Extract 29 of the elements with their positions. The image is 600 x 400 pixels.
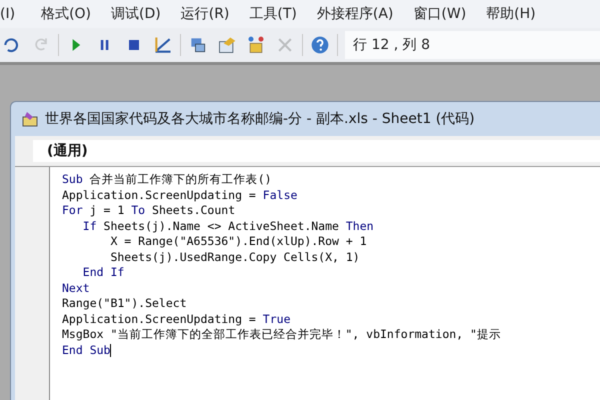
help-icon xyxy=(310,35,330,55)
menu-item[interactable]: 窗口(W) xyxy=(403,5,476,23)
code-line: Sheets(j).UsedRange.Copy Cells(X, 1) xyxy=(109,250,360,265)
code-line: Sub 合并当前工作簿下的所有工作表() xyxy=(62,172,272,188)
code-line: For j = 1 To Sheets.Count xyxy=(62,203,236,218)
menu-item[interactable]: 工具(T) xyxy=(239,5,307,23)
ruler-icon xyxy=(153,35,173,55)
code-line: Next xyxy=(62,280,90,296)
menu-item[interactable]: 格式(O) xyxy=(31,5,102,23)
window-title: 世界各国国家代码及各大城市名称邮编-分 - 副本.xls - Sheet1 (代码) xyxy=(45,110,475,128)
menu-item[interactable]: 运行(R) xyxy=(170,5,240,23)
card-icon xyxy=(217,35,237,55)
menu-item[interactable]: 外接程序(A) xyxy=(306,5,404,23)
menu-item[interactable]: 调试(D) xyxy=(101,5,171,23)
menu-item[interactable]: (I) xyxy=(0,6,32,22)
code-line: Application.ScreenUpdating = True xyxy=(62,312,290,327)
menu-item[interactable]: 帮助(H) xyxy=(476,5,546,23)
cursor-position: 行 12 , 列 8 xyxy=(345,31,600,59)
code-line: Application.ScreenUpdating = False xyxy=(62,188,298,203)
code-line: X = Range("A65536").End(xlUp).Row + 1 xyxy=(109,234,367,250)
box-icon xyxy=(246,35,266,55)
module-icon xyxy=(21,110,39,128)
code-line: If Sheets(j).Name <> ActiveSheet.Name Then xyxy=(82,218,374,234)
code-line: End If xyxy=(82,265,124,280)
code-line: End Sub xyxy=(62,342,112,358)
code-line: Range("B1").Select xyxy=(62,296,187,312)
code-line: MsgBox "当前工作簿下的全部工作表已经合并完毕！", vbInformation, "提示 xyxy=(62,327,501,342)
object-dropdown[interactable]: (通用) xyxy=(33,140,600,162)
code-editor[interactable] xyxy=(50,167,600,400)
